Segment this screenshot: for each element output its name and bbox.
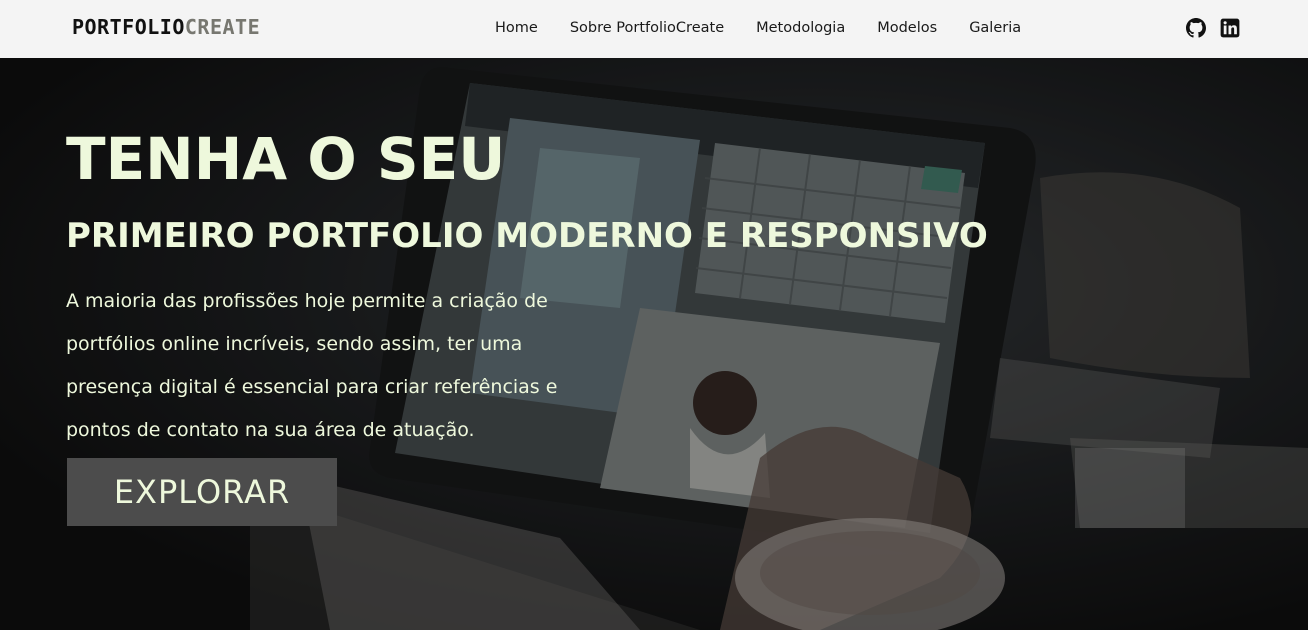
- nav-item-metodologia[interactable]: Metodologia: [756, 18, 845, 38]
- nav-item-home[interactable]: Home: [495, 18, 538, 38]
- nav-item-sobre[interactable]: Sobre PortfolioCreate: [570, 18, 724, 38]
- linkedin-icon[interactable]: [1220, 18, 1240, 38]
- main-menu: Home Sobre PortfolioCreate Metodologia M…: [495, 18, 1021, 38]
- social-links: [1186, 18, 1240, 38]
- hero-subtitle: PRIMEIRO PORTFOLIO MODERNO E RESPONSIVO: [66, 216, 988, 256]
- hero-title: TENHA O SEU: [66, 125, 506, 193]
- nav-item-galeria[interactable]: Galeria: [969, 18, 1021, 38]
- hero-description: A maioria das profissões hoje permite a …: [66, 290, 558, 441]
- logo-part-1: PORTFOLIO: [72, 15, 185, 39]
- site-logo[interactable]: PORTFOLIOCREATE: [72, 15, 260, 39]
- nav-item-modelos[interactable]: Modelos: [877, 18, 937, 38]
- hero-section: TENHA O SEU PRIMEIRO PORTFOLIO MODERNO E…: [0, 58, 1308, 630]
- navbar: PORTFOLIOCREATE Home Sobre PortfolioCrea…: [0, 0, 1308, 58]
- github-icon[interactable]: [1186, 18, 1206, 38]
- explorar-button[interactable]: EXPLORAR: [67, 458, 337, 526]
- logo-part-2: CREATE: [184, 15, 261, 39]
